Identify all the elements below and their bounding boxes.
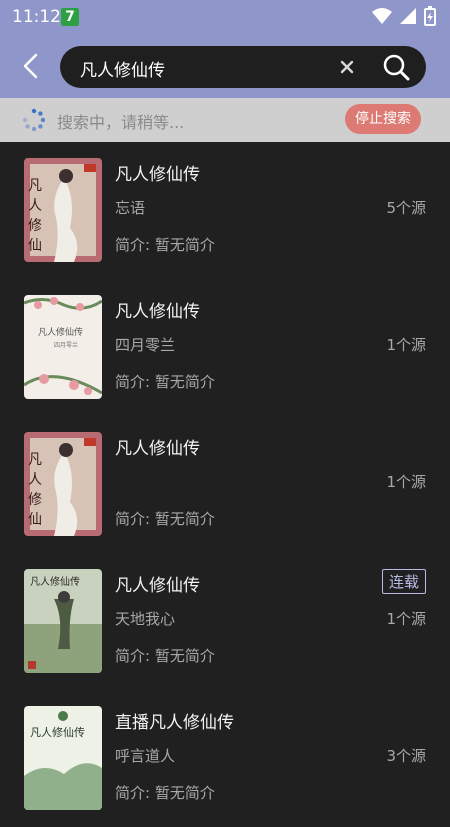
back-arrow-icon[interactable] (18, 52, 46, 80)
book-intro: 简介: 暂无简介 (115, 373, 215, 391)
source-count: 1个源 (386, 336, 426, 354)
clear-icon[interactable] (336, 56, 358, 78)
book-intro: 简介: 暂无简介 (115, 510, 215, 528)
app-badge: 7 (61, 8, 79, 26)
svg-text:修: 修 (28, 492, 42, 508)
signal-icon (400, 8, 416, 24)
source-count: 3个源 (386, 747, 426, 765)
stop-search-button[interactable]: 停止搜索 (345, 104, 421, 134)
search-field[interactable]: 凡人修仙传 (60, 46, 426, 88)
book-author: 忘语 (115, 199, 146, 217)
search-input[interactable]: 凡人修仙传 (80, 56, 165, 81)
book-intro: 简介: 暂无简介 (115, 236, 215, 254)
result-item[interactable]: 凡 人 修 仙 凡人修仙传 忘语 5个源 简介: 暂无简介 (0, 142, 450, 279)
book-author: 四月零兰 (115, 336, 176, 354)
svg-text:凡: 凡 (28, 178, 42, 194)
book-cover-image: 凡 人 修 仙 (24, 158, 102, 262)
result-item[interactable]: 凡人修仙传 四月零兰 凡人修仙传 四月零兰 1个源 简介: 暂无简介 (0, 279, 450, 416)
book-intro: 简介: 暂无简介 (115, 647, 215, 665)
book-cover-image: 凡 人 修 仙 (24, 432, 102, 536)
svg-text:人: 人 (28, 472, 42, 488)
book-title: 凡人修仙传 (115, 302, 200, 322)
search-progress-bar: 搜索中，请稍等... 停止搜索 (0, 98, 450, 142)
result-item[interactable]: 凡人修仙传 直播凡人修仙传 呼言道人 3个源 简介: 暂无简介 (0, 690, 450, 827)
source-count: 1个源 (386, 473, 426, 491)
result-list: 凡 人 修 仙 凡人修仙传 忘语 5个源 简介: 暂无简介 凡人修仙传 四月零兰… (0, 142, 450, 827)
status-icons (372, 6, 436, 26)
book-cover-image: 凡人修仙传 四月零兰 (24, 295, 102, 399)
source-count: 5个源 (386, 199, 426, 217)
status-bar: 11:12 7 (0, 0, 450, 34)
book-title: 凡人修仙传 (115, 576, 200, 596)
svg-text:凡: 凡 (28, 452, 42, 468)
result-item[interactable]: 凡人修仙传 凡人修仙传 连载 天地我心 1个源 简介: 暂无简介 (0, 553, 450, 690)
search-icon[interactable] (382, 53, 410, 81)
svg-text:仙: 仙 (28, 512, 42, 528)
search-toolbar: 凡人修仙传 (0, 34, 450, 98)
book-author: 呼言道人 (115, 747, 176, 765)
svg-text:凡人修仙传: 凡人修仙传 (30, 575, 80, 588)
status-time: 11:12 (12, 7, 61, 27)
svg-text:凡人修仙传: 凡人修仙传 (38, 326, 83, 338)
book-cover-image: 凡人修仙传 (24, 706, 102, 810)
loading-spinner-icon (22, 108, 46, 132)
book-author: 天地我心 (115, 610, 176, 628)
book-title: 凡人修仙传 (115, 439, 200, 459)
svg-text:人: 人 (28, 198, 42, 214)
svg-text:修: 修 (28, 218, 42, 234)
battery-icon (424, 6, 436, 26)
svg-text:凡人修仙传: 凡人修仙传 (30, 725, 85, 739)
source-count: 1个源 (386, 610, 426, 628)
status-badge: 连载 (381, 569, 426, 594)
svg-text:四月零兰: 四月零兰 (54, 341, 78, 349)
book-title: 直播凡人修仙传 (115, 713, 234, 733)
search-status-text: 搜索中，请稍等... (57, 113, 185, 132)
result-item[interactable]: 凡 人 修 仙 凡人修仙传 1个源 简介: 暂无简介 (0, 416, 450, 553)
book-title: 凡人修仙传 (115, 165, 200, 185)
svg-text:仙: 仙 (28, 238, 42, 254)
wifi-icon (372, 8, 392, 24)
book-intro: 简介: 暂无简介 (115, 784, 215, 802)
book-cover-image: 凡人修仙传 (24, 569, 102, 673)
